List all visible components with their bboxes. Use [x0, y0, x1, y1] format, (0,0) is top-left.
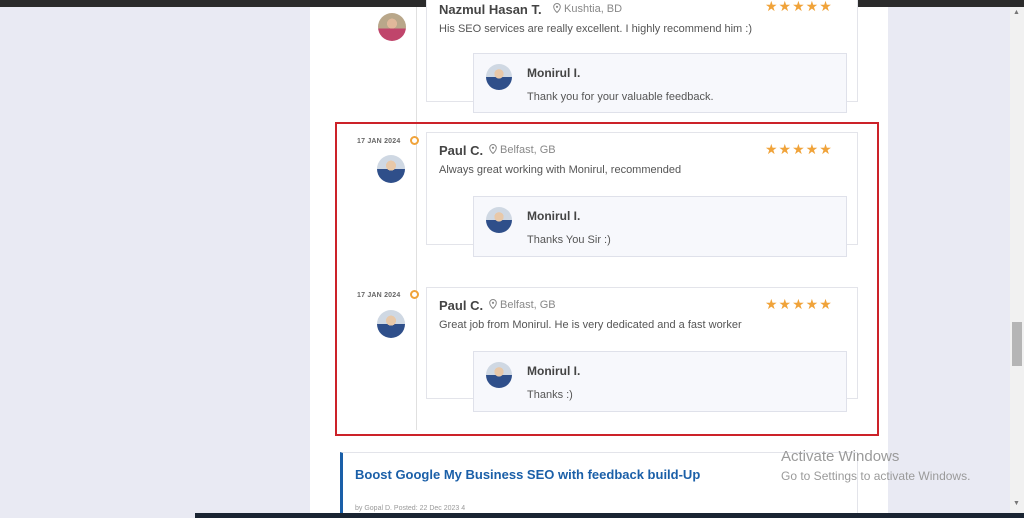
reply-text: Thank you for your valuable feedback. [527, 91, 714, 103]
reply-box: Monirul I. Thank you for your valuable f… [473, 53, 847, 113]
scrollbar-thumb[interactable] [1012, 322, 1022, 366]
scroll-up-icon[interactable]: ▲ [1013, 9, 1020, 16]
scroll-down-icon[interactable]: ▼ [1013, 500, 1020, 507]
taskbar [195, 513, 1024, 518]
review-card: Nazmul Hasan T. Kushtia, BD ★★★★★ His SE… [426, 0, 858, 113]
activation-watermark-title: Activate Windows [781, 448, 900, 465]
highlight-box [335, 122, 879, 436]
post-title-link[interactable]: Boost Google My Business SEO with feedba… [355, 467, 700, 482]
replier-avatar [486, 64, 512, 90]
replier-name: Monirul I. [527, 66, 581, 80]
review-text: His SEO services are really excellent. I… [439, 23, 752, 35]
reviewer-name: Nazmul Hasan T. [439, 2, 542, 17]
activation-watermark-subtitle: Go to Settings to activate Windows. [781, 469, 971, 483]
rating-stars: ★★★★★ [765, 0, 833, 14]
post-meta: by Gopal D. Posted: 22 Dec 2023 4 [355, 505, 466, 512]
reviewer-avatar [378, 13, 406, 41]
reviewer-location: Kushtia, BD [553, 2, 622, 15]
location-pin-icon [553, 2, 561, 14]
scrollbar-track[interactable] [1010, 7, 1024, 518]
